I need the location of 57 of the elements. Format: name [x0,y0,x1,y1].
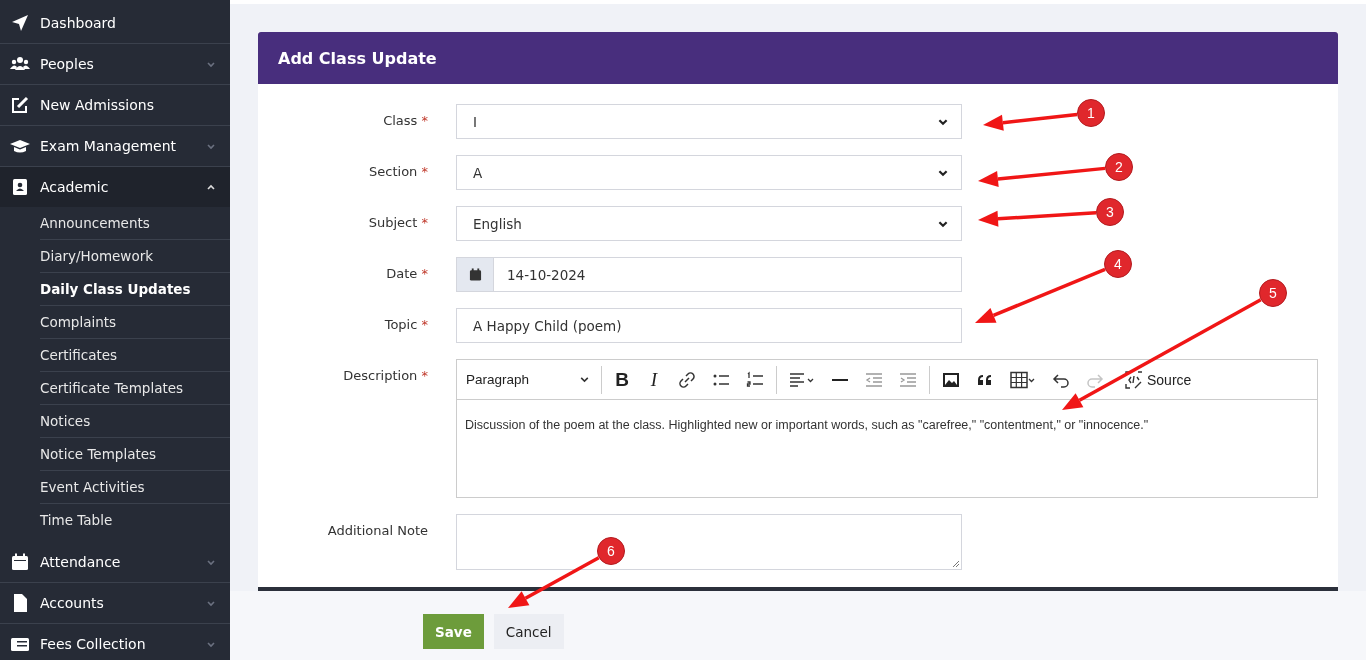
sidebar-item[interactable]: Academic [0,167,230,207]
sidebar-item[interactable]: Attendance [0,542,230,583]
source-code-icon [1125,370,1143,389]
edit-icon [10,95,30,115]
submenu-item[interactable]: Announcements [40,207,230,240]
field-label: Additional Note [326,522,428,538]
sidebar-item[interactable]: Dashboard [0,3,230,44]
submenu-item[interactable]: Event Activities [40,471,230,504]
bold-button[interactable]: B [610,368,634,391]
italic-button[interactable]: I [642,368,666,391]
sidebar-label: Attendance [40,554,122,570]
sidebar-label: Peoples [40,56,95,72]
source-button[interactable]: Source [1122,370,1195,389]
calendar-icon [10,552,30,572]
field-label: Section * [368,163,428,179]
sidebar-label: Accounts [40,595,105,611]
rich-text-editor[interactable]: Paragraph B I Source Discussion of the poem at the class. Highlighted new or important words, such as "carefree," "contentment," or "innocence." [456,359,1318,498]
field-label: Topic * [383,316,428,332]
sidebar-item[interactable]: Peoples [0,44,230,85]
sidebar-item[interactable]: New Admissions [0,85,230,126]
field-label: Date * [385,265,428,281]
submenu-item[interactable]: Notice Templates [40,438,230,471]
resize-handle-icon[interactable] [952,560,960,568]
plane-icon [10,13,30,33]
card-title: Add Class Update [278,48,437,68]
date-field[interactable]: 14-10-2024 [456,257,962,292]
input-field[interactable]: A Happy Child (poem) [456,308,962,343]
sidebar-label: Academic [40,179,110,195]
field-label: Subject * [367,214,428,230]
submenu-item[interactable]: Notices [40,405,230,438]
description-text: Discussion of the poem at the class. Highlighted new or important words, such as "carefree," "contentment," or "innocence." [465,418,1149,432]
sidebar-label: Fees Collection [40,636,147,652]
select-field[interactable]: English [456,206,962,241]
image-icon[interactable] [941,370,961,389]
submenu-item[interactable]: Daily Class Updates [40,273,230,306]
cancel-button[interactable]: Cancel [493,614,564,649]
table-icon[interactable] [1009,370,1037,389]
field-label: Description * [342,367,428,383]
sidebar-item[interactable]: Accounts [0,583,230,624]
submenu-item[interactable]: Time Table [40,504,230,536]
sidebar-label: New Admissions [40,97,155,113]
field-label: Class * [382,112,428,128]
numbered-list-icon[interactable] [745,370,765,389]
select-field[interactable]: A [456,155,962,190]
calendar-icon [468,268,482,281]
submenu-item[interactable]: Complaints [40,306,230,339]
align-left-icon[interactable] [788,370,816,389]
link-icon[interactable] [677,370,697,389]
select-field[interactable]: I [456,104,962,139]
textarea-field[interactable] [456,514,962,570]
sidebar-label: Dashboard [40,15,117,31]
contact-icon [10,177,30,197]
submenu-item[interactable]: Diary/Homework [40,240,230,273]
submenu-item[interactable]: Certificate Templates [40,372,230,405]
sidebar-label: Exam Management [40,138,178,154]
submenu-item[interactable]: Certificates [40,339,230,372]
format-dropdown[interactable]: Paragraph [463,372,593,387]
